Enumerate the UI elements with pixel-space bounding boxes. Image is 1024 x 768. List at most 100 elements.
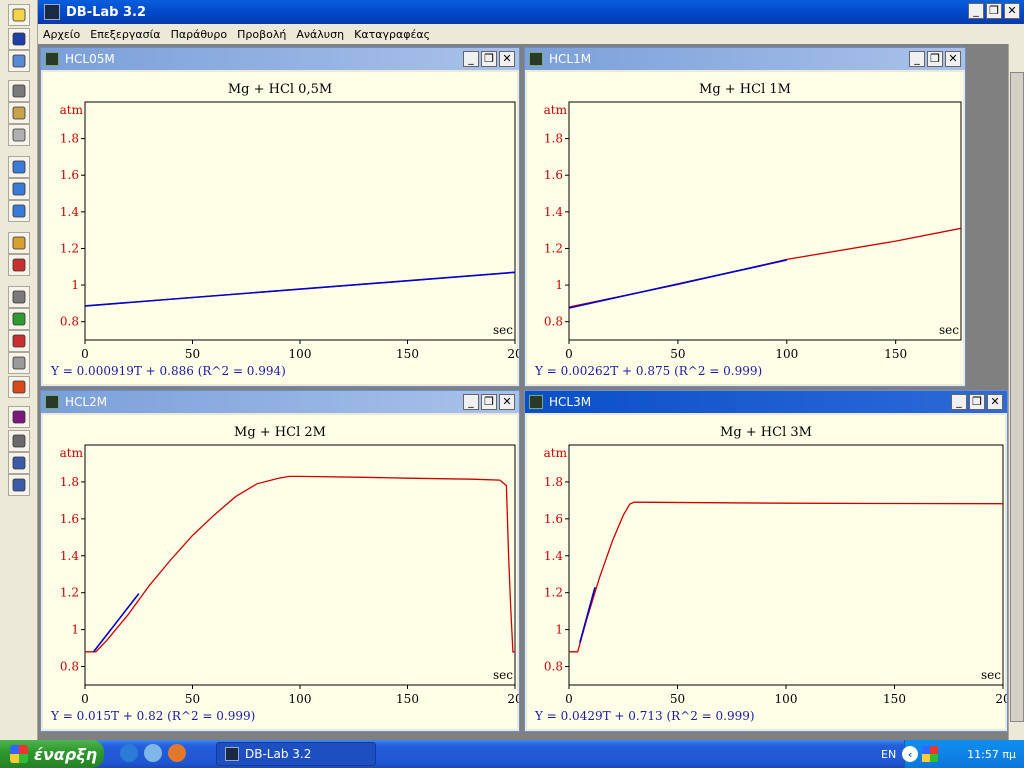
window-name: HCL05M <box>65 52 115 66</box>
cut-icon[interactable] <box>8 80 30 102</box>
plot-area: Mg + HCl 0,5M 0.8 1 1.2 1.4 1.6 1.8 atm 0 50 100 1… <box>43 72 519 384</box>
maximize-button[interactable]: ❐ <box>927 51 943 67</box>
copy-icon-glyph <box>12 106 26 120</box>
copy-icon[interactable] <box>8 102 30 124</box>
window-title-bar[interactable]: HCL05M _ ❐ ✕ <box>41 48 519 70</box>
graph-icon-glyph <box>12 478 26 492</box>
delete-marker-icon[interactable] <box>8 254 30 276</box>
wand-icon[interactable] <box>8 308 30 330</box>
taskbar-item-dblab[interactable]: DB-Lab 3.2 <box>216 742 376 766</box>
window-title-bar[interactable]: HCL1M _ ❐ ✕ <box>525 48 965 70</box>
window-controls: _ ❐ ✕ <box>951 394 1003 410</box>
x-tick-label: 20 <box>507 692 519 706</box>
wand-icon-glyph <box>12 312 26 326</box>
brush-icon[interactable] <box>8 330 30 352</box>
x-tick-label: 100 <box>289 347 312 361</box>
window-name: HCL2M <box>65 395 108 409</box>
zoom-in-icon[interactable] <box>8 156 30 178</box>
menu-window[interactable]: Παράθυρο <box>166 28 233 41</box>
x-tick-label: 50 <box>670 692 685 706</box>
regression-line <box>568 259 787 309</box>
restore-button[interactable]: ❐ <box>986 3 1002 19</box>
table-icon[interactable] <box>8 452 30 474</box>
color-icon[interactable] <box>8 406 30 428</box>
chart-window-icon <box>529 52 543 66</box>
x-tick-label: 0 <box>81 347 89 361</box>
title-bar[interactable]: DB-Lab 3.2 _ ❐ ✕ <box>38 0 1024 24</box>
ie-icon[interactable] <box>120 744 138 762</box>
window-title-bar[interactable]: HCL3M _ ❐ ✕ <box>525 391 1007 413</box>
window-controls: _ ❐ ✕ <box>968 3 1020 19</box>
minimize-button[interactable]: _ <box>909 51 925 67</box>
graph-icon[interactable] <box>8 474 30 496</box>
outlook-icon[interactable] <box>144 744 162 762</box>
mdi-area: HCL05M _ ❐ ✕ Mg + HCl 0,5M 0.8 1 1.2 1.4 1.6… <box>38 44 1024 740</box>
plot-area: Mg + HCl 2M 0.8 1 1.2 1.4 1.6 1.8 atm 0 50 100 150… <box>43 415 519 729</box>
x-tick-label: 150 <box>396 692 419 706</box>
window-title-bar[interactable]: HCL2M _ ❐ ✕ <box>41 391 519 413</box>
table-icon-glyph <box>12 456 26 470</box>
menu-edit[interactable]: Επεξεργασία <box>85 28 165 41</box>
taskbar-item-label: DB-Lab 3.2 <box>245 747 312 761</box>
paste-icon[interactable] <box>8 124 30 146</box>
calculator-icon[interactable] <box>8 286 30 308</box>
x-tick-label: 50 <box>185 692 200 706</box>
hand-icon[interactable] <box>8 376 30 398</box>
quick-launch <box>120 744 186 762</box>
vertical-scrollbar[interactable] <box>1008 44 1024 740</box>
chart-window-hcl2m[interactable]: HCL2M _ ❐ ✕ Mg + HCl 2M 0.8 1 1.2 1.4 1.6 1.8… <box>40 390 520 732</box>
x-tick-label: 20 <box>507 347 519 361</box>
close-button[interactable]: ✕ <box>987 394 1003 410</box>
save-icon[interactable] <box>8 28 30 50</box>
brush-icon-glyph <box>12 334 26 348</box>
plot-frame <box>84 101 516 341</box>
menu-analysis[interactable]: Ανάλυση <box>291 28 349 41</box>
probe-icon[interactable] <box>8 352 30 374</box>
close-button[interactable]: ✕ <box>499 394 515 410</box>
maximize-button[interactable]: ❐ <box>481 394 497 410</box>
regression-line <box>579 586 596 643</box>
add-marker-icon[interactable] <box>8 232 30 254</box>
y-tick-label: 1.8 <box>544 132 563 146</box>
app-window: DB-Lab 3.2 _ ❐ ✕ Αρχείο Επεξεργασία Παρά… <box>0 0 1024 740</box>
close-button[interactable]: ✕ <box>1004 3 1020 19</box>
plot-frame <box>568 444 1004 686</box>
gauge-icon[interactable] <box>8 430 30 452</box>
new-folder-icon[interactable] <box>8 4 30 26</box>
chart-window-hcl05m[interactable]: HCL05M _ ❐ ✕ Mg + HCl 0,5M 0.8 1 1.2 1.4 1.6… <box>40 47 520 387</box>
tray-color-icon[interactable] <box>922 746 939 762</box>
minimize-button[interactable]: _ <box>951 394 967 410</box>
firefox-icon[interactable] <box>168 744 186 762</box>
zoom-reset-icon[interactable] <box>8 200 30 222</box>
chart-window-hcl3m[interactable]: HCL3M _ ❐ ✕ Mg + HCl 3M 0.8 1 1.2 1.4 1.6 1.8… <box>524 390 1008 732</box>
minimize-button[interactable]: _ <box>463 394 479 410</box>
language-indicator[interactable]: EN <box>881 748 896 761</box>
menu-view[interactable]: Προβολή <box>232 28 291 41</box>
window-controls: _ ❐ ✕ <box>463 394 515 410</box>
y-tick-label: 1.4 <box>60 205 79 219</box>
system-tray: EN ‹ 11:57 πμ <box>881 740 1024 768</box>
menu-file[interactable]: Αρχείο <box>38 28 85 41</box>
close-button[interactable]: ✕ <box>945 51 961 67</box>
maximize-button[interactable]: ❐ <box>969 394 985 410</box>
scroll-thumb[interactable] <box>1010 72 1024 722</box>
zoom-out-icon[interactable] <box>8 178 30 200</box>
menu-recorder[interactable]: Καταγραφέας <box>349 28 435 41</box>
left-toolbar <box>0 0 38 740</box>
minimize-button[interactable]: _ <box>968 3 984 19</box>
minimize-button[interactable]: _ <box>463 51 479 67</box>
regression-equation: Y = 0.000919T + 0.886 (R^2 = 0.994) <box>51 364 286 378</box>
maximize-button[interactable]: ❐ <box>481 51 497 67</box>
x-tick-label: 50 <box>670 347 685 361</box>
chevron-left-icon[interactable]: ‹ <box>902 746 919 762</box>
start-button[interactable]: έναρξη <box>0 740 104 768</box>
close-button[interactable]: ✕ <box>499 51 515 67</box>
clock: 11:57 πμ <box>967 747 1016 761</box>
y-tick-label: 1 <box>555 623 563 637</box>
chart-svg: 0.8 1 1.2 1.4 1.6 1.8 atm 0 50 100 150 20 sec <box>60 444 519 706</box>
chart-svg: 0.8 1 1.2 1.4 1.6 1.8 atm 0 50 100 150 sec <box>544 101 962 361</box>
print-icon[interactable] <box>8 50 30 72</box>
x-tick-label: 150 <box>884 347 907 361</box>
chart-window-hcl1m[interactable]: HCL1M _ ❐ ✕ Mg + HCl 1M 0.8 1 1.2 1.4 1.6 1.8… <box>524 47 966 387</box>
x-axis-label: sec <box>939 323 959 337</box>
